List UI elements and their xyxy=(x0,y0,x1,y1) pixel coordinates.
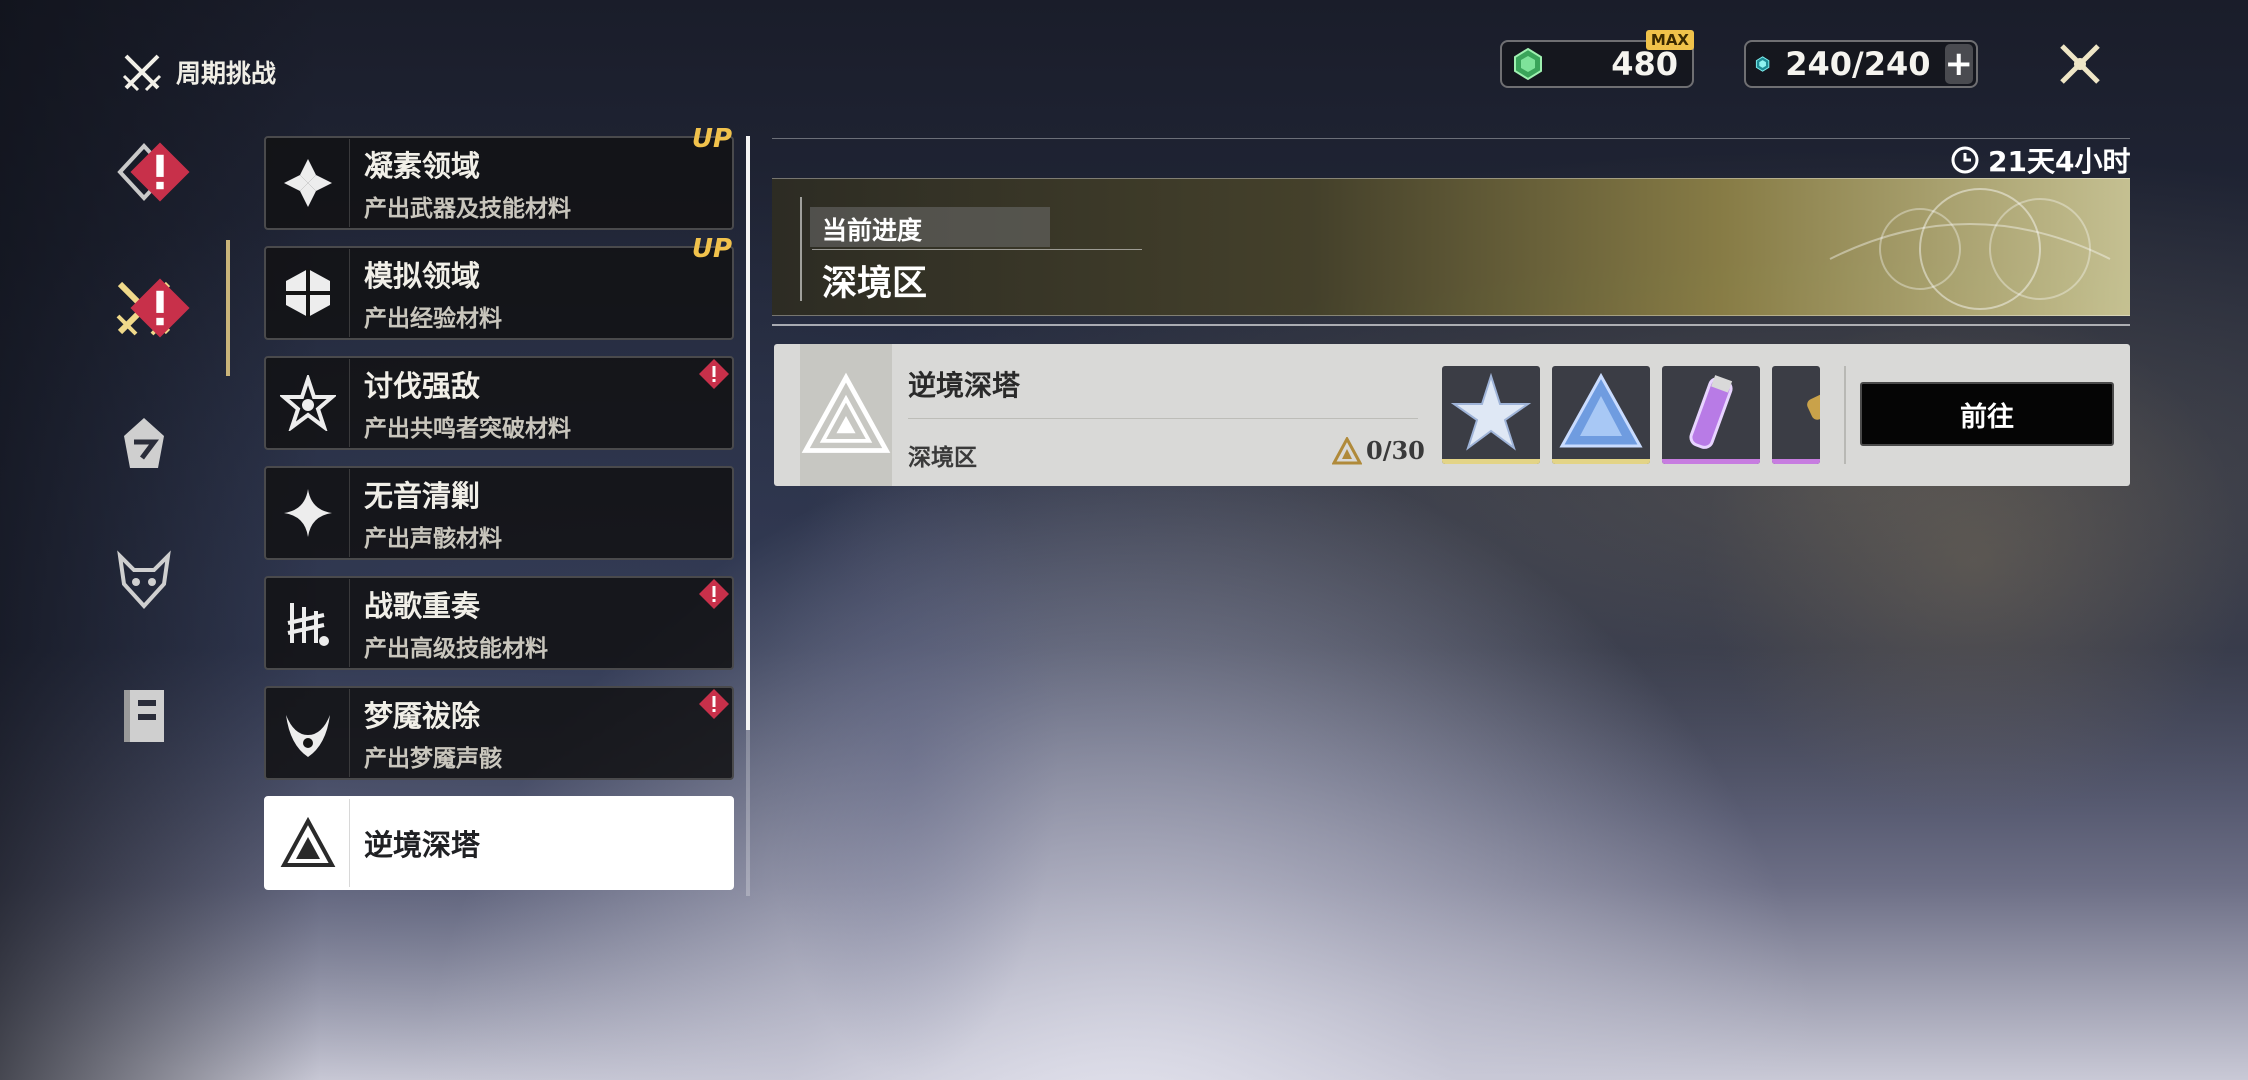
challenge-row-boss[interactable]: 讨伐强敌 产出共鸣者突破材料 xyxy=(264,356,734,450)
challenge-row-simulation[interactable]: 模拟领域 产出经验材料 UP xyxy=(264,234,734,340)
progress-label: 当前进度 xyxy=(822,216,923,245)
nav-item-5[interactable] xyxy=(108,680,180,752)
tower-triangle-icon xyxy=(280,816,335,867)
list-scrollbar-thumb[interactable] xyxy=(746,136,750,730)
challenge-row-tacet[interactable]: 无音清剿 产出声骸材料 xyxy=(264,466,734,560)
crystal-value: 240/240 xyxy=(1785,45,1931,83)
challenge-row-forgery[interactable]: 凝素领域 产出武器及技能材料 UP xyxy=(264,124,734,230)
simulation-domain-icon xyxy=(285,269,330,317)
demon-mask-icon xyxy=(117,550,171,609)
nav-active-indicator xyxy=(226,240,230,376)
reward-item[interactable] xyxy=(1662,366,1760,464)
rarity-bar xyxy=(1772,459,1820,464)
tower-zone: 深境区 xyxy=(908,445,977,471)
alert-badge-icon xyxy=(699,579,729,609)
close-icon xyxy=(2060,44,2100,84)
banner-ornament xyxy=(1829,188,2111,310)
gate-icon xyxy=(124,690,164,742)
crossed-swords-icon xyxy=(122,54,162,92)
page-title-bar: 周期挑战 xyxy=(120,50,276,94)
reward-item[interactable] xyxy=(1552,366,1650,464)
reset-timer: 21天4小时 xyxy=(1950,140,2130,180)
clock-icon xyxy=(1951,146,1979,174)
up-tag: UP xyxy=(691,234,732,264)
tower-triangle-icon xyxy=(801,372,891,453)
teal-crystal-icon xyxy=(1755,56,1770,72)
rarity-bar xyxy=(1442,459,1540,464)
challenge-desc: 产出武器及技能材料 xyxy=(364,196,571,222)
page-title: 周期挑战 xyxy=(176,59,277,88)
challenge-name: 模拟领域 xyxy=(364,259,481,293)
sparkle-star-icon xyxy=(283,489,332,537)
crystal-counter[interactable]: 240/240 + xyxy=(1744,40,1978,88)
blue-prism-icon xyxy=(1559,372,1643,448)
reward-item[interactable] xyxy=(1772,366,1820,464)
boss-crest-icon xyxy=(279,375,336,431)
stamina-counter[interactable]: 480 MAX xyxy=(1500,30,1694,88)
divider xyxy=(772,324,2130,326)
nav-item-3[interactable] xyxy=(108,408,180,480)
tower-score-value: 0/30 xyxy=(1366,436,1425,465)
challenge-desc: 产出声骸材料 xyxy=(364,526,502,552)
progress-value: 深境区 xyxy=(822,264,928,304)
tower-name: 逆境深塔 xyxy=(908,369,1021,402)
challenge-name: 梦魇祓除 xyxy=(364,699,481,733)
challenge-name: 逆境深塔 xyxy=(364,828,481,862)
green-crystal-icon xyxy=(1514,47,1542,81)
alert-badge-icon xyxy=(699,689,729,719)
reward-scroll-indicator xyxy=(1844,366,1846,464)
challenge-row-tower[interactable]: 逆境深塔 xyxy=(264,796,734,890)
close-button[interactable] xyxy=(2052,36,2108,92)
nav-item-1[interactable] xyxy=(108,136,190,208)
timer-text: 21天4小时 xyxy=(1988,145,2131,178)
challenge-row-battlesong[interactable]: 战歌重奏 产出高级技能材料 xyxy=(264,576,734,670)
alert-badge-icon xyxy=(130,278,190,338)
divider xyxy=(772,138,2130,139)
purple-vial-icon xyxy=(1689,375,1733,449)
challenge-desc: 产出共鸣者突破材料 xyxy=(364,416,571,442)
challenge-name: 凝素领域 xyxy=(364,149,481,183)
nav-item-periodic-challenge[interactable] xyxy=(108,272,190,344)
challenge-name: 战歌重奏 xyxy=(364,589,481,623)
challenge-desc: 产出高级技能材料 xyxy=(364,636,548,662)
nav-item-4[interactable] xyxy=(108,544,180,616)
add-crystal-button[interactable]: + xyxy=(1944,44,1973,84)
rarity-bar xyxy=(1662,459,1760,464)
alert-badge-icon xyxy=(130,142,190,202)
max-badge: MAX xyxy=(1645,30,1694,50)
stamina-value: 480 xyxy=(1611,45,1678,83)
challenge-desc: 产出梦魇声骸 xyxy=(364,746,502,772)
nightmare-horns-icon xyxy=(285,715,330,757)
music-staff-icon xyxy=(287,603,329,646)
up-tag: UP xyxy=(691,124,732,154)
challenge-row-nightmare[interactable]: 梦魇祓除 产出梦魇声骸 xyxy=(264,686,734,780)
challenge-desc: 产出经验材料 xyxy=(364,306,502,332)
star-crystal-icon xyxy=(1450,372,1532,451)
flame-emblem-icon xyxy=(124,418,164,468)
rarity-bar xyxy=(1552,459,1650,464)
challenge-name: 讨伐强敌 xyxy=(364,369,481,403)
triangle-star-icon xyxy=(1332,436,1362,464)
progress-banner: 当前进度 深境区 xyxy=(772,178,2130,316)
gold-tube-icon xyxy=(1807,386,1820,420)
tower-card: 逆境深塔 深境区 0/30 前往 xyxy=(774,344,2130,486)
alert-badge-icon xyxy=(699,359,729,389)
tower-score: 0/30 xyxy=(1332,436,1425,465)
forgery-domain-icon xyxy=(283,159,332,207)
reward-item[interactable] xyxy=(1442,366,1540,464)
challenge-name: 无音清剿 xyxy=(364,479,481,513)
go-button[interactable]: 前往 xyxy=(1860,382,2114,446)
